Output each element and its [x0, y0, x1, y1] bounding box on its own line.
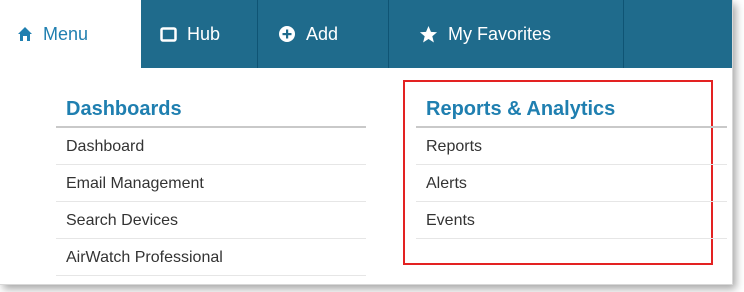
nav-tab-my-favorites-label: My Favorites: [448, 23, 552, 44]
plus-circle-icon: [278, 25, 296, 43]
menu-panel: Menu Hub Add My Favorites Dashboards Das…: [0, 0, 733, 285]
top-navbar: Menu Hub Add My Favorites: [0, 0, 732, 68]
square-icon: [160, 26, 177, 43]
reports-analytics-heading: Reports & Analytics: [416, 98, 727, 128]
star-icon: [419, 25, 438, 44]
menu-link-email-management[interactable]: Email Management: [56, 165, 366, 202]
reports-analytics-list: Reports Alerts Events: [416, 128, 727, 239]
menu-link-alerts[interactable]: Alerts: [416, 165, 727, 202]
reports-analytics-section: Reports & Analytics Reports Alerts Event…: [416, 98, 727, 239]
dashboards-section: Dashboards Dashboard Email Management Se…: [56, 98, 366, 276]
dashboards-list: Dashboard Email Management Search Device…: [56, 128, 366, 276]
nav-tab-add-label: Add: [306, 23, 339, 44]
menu-link-reports[interactable]: Reports: [416, 128, 727, 165]
menu-link-events[interactable]: Events: [416, 202, 727, 239]
nav-tab-my-favorites[interactable]: My Favorites: [389, 0, 624, 68]
dashboards-heading: Dashboards: [56, 98, 366, 128]
home-icon: [17, 26, 33, 42]
nav-tab-hub-label: Hub: [187, 23, 221, 44]
nav-tab-menu-label: Menu: [43, 23, 89, 44]
nav-tab-add[interactable]: Add: [258, 0, 389, 68]
menu-link-dashboard[interactable]: Dashboard: [56, 128, 366, 165]
nav-tab-hub[interactable]: Hub: [141, 0, 258, 68]
nav-tab-menu[interactable]: Menu: [0, 0, 141, 68]
menu-link-search-devices[interactable]: Search Devices: [56, 202, 366, 239]
menu-link-airwatch-professional[interactable]: AirWatch Professional: [56, 239, 366, 276]
